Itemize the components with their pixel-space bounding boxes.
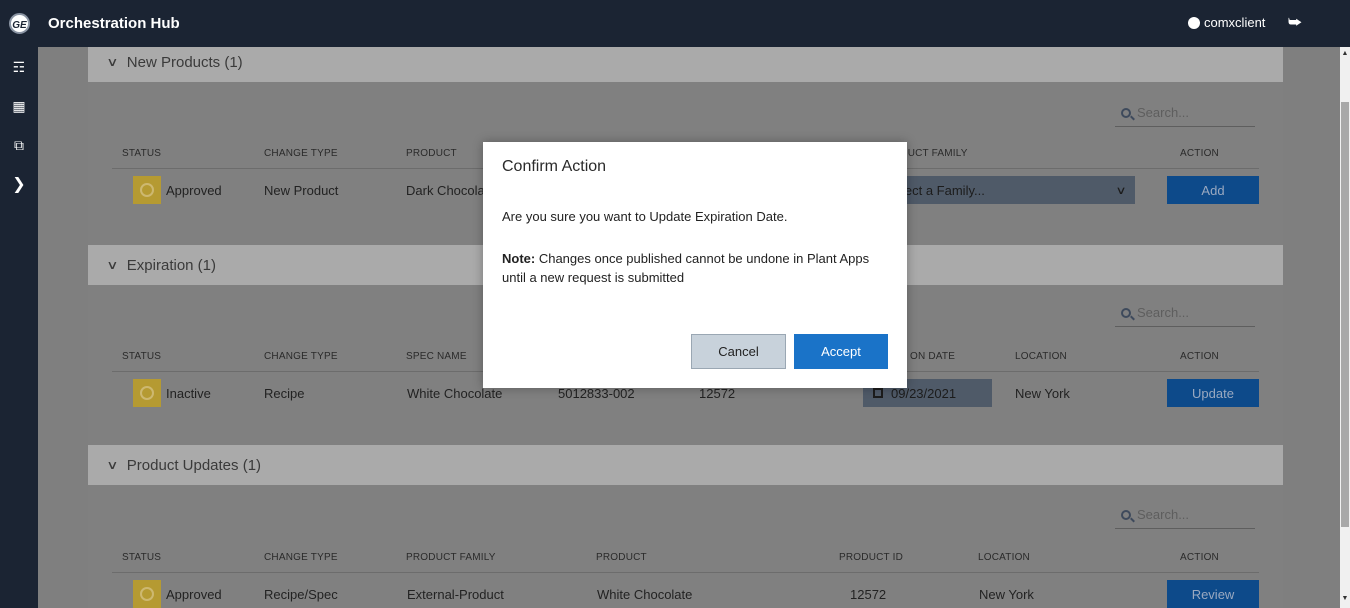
product-value: Dark Chocola — [406, 183, 485, 198]
column-header-change-type[interactable]: CHANGE TYPE — [264, 351, 338, 362]
note-text: Changes once published cannot be undone … — [502, 251, 870, 285]
divider — [112, 572, 1259, 573]
chevron-down-icon: ∨ — [106, 458, 119, 472]
search-input[interactable]: Search... — [1115, 299, 1255, 327]
search-icon — [1121, 107, 1131, 118]
change-type-value: Recipe/Spec — [264, 587, 338, 602]
accept-button[interactable]: Accept — [794, 334, 888, 369]
scroll-up-icon[interactable]: ▲ — [1341, 50, 1349, 57]
column-header-spec-name[interactable]: SPEC NAME — [406, 351, 467, 362]
column-header-status[interactable]: STATUS — [122, 351, 161, 362]
status-value: Approved — [166, 587, 222, 602]
family-dropdown[interactable]: lect a Family... ∨ — [896, 176, 1135, 204]
username: comxclient — [1204, 15, 1266, 30]
hierarchy-icon[interactable]: ☶ — [0, 52, 38, 82]
search-icon — [1121, 307, 1131, 318]
status-icon — [133, 580, 161, 608]
scrollbar[interactable]: ▲ ▼ — [1340, 47, 1350, 608]
column-header-change-type: CHANGE TYPE — [264, 148, 338, 159]
chevron-down-icon: ∨ — [106, 55, 119, 69]
change-type-value: Recipe — [264, 386, 305, 401]
section-header-product-updates[interactable]: ∨ Product Updates (1) — [88, 445, 1283, 485]
chevron-down-icon: ∨ — [1115, 184, 1127, 197]
column-header-status[interactable]: STATUS — [122, 552, 161, 563]
top-bar: GE Orchestration Hub comxclient ⮩ — [0, 0, 1350, 47]
expand-icon[interactable]: ❯ — [0, 169, 38, 199]
section-header-new-products[interactable]: ∨ New Products (1) — [88, 47, 1283, 82]
column-header-action: ACTION — [1180, 148, 1219, 159]
transfer-icon[interactable]: ⧉ — [0, 130, 38, 160]
location-value: New York — [979, 587, 1034, 602]
scroll-down-icon[interactable]: ▼ — [1341, 595, 1349, 602]
product-family-value: External-Product — [407, 587, 504, 602]
column-header-product[interactable]: PRODUCT — [596, 552, 647, 563]
note-label: Note: — [502, 251, 536, 266]
column-header-action: ACTION — [1180, 552, 1219, 563]
user-icon — [1188, 16, 1200, 29]
review-button[interactable]: Review — [1167, 580, 1259, 608]
confirm-action-dialog: Confirm Action Are you sure you want to … — [483, 142, 907, 388]
app-title: Orchestration Hub — [48, 15, 180, 32]
status-icon — [133, 176, 161, 204]
calendar-icon[interactable] — [873, 388, 883, 398]
dialog-title: Confirm Action — [502, 158, 607, 175]
factory-icon[interactable]: ▦ — [0, 91, 38, 121]
status-value: Approved — [166, 183, 222, 198]
status-value: Inactive — [166, 386, 211, 401]
ge-logo: GE — [9, 13, 30, 34]
scrollbar-thumb[interactable] — [1341, 102, 1349, 527]
column-header-location[interactable]: LOCATION — [978, 552, 1030, 563]
spec-name-value: White Chocolate — [407, 386, 503, 401]
add-button[interactable]: Add — [1167, 176, 1259, 204]
section-product-updates: Search... STATUS CHANGE TYPE PRODUCT FAM… — [88, 485, 1283, 608]
product-id-value: 12572 — [850, 587, 887, 602]
logout-icon[interactable]: ⮩ — [1288, 14, 1302, 31]
change-type-value: New Product — [264, 183, 339, 198]
location-value: New York — [1015, 386, 1070, 401]
search-input[interactable]: Search... — [1115, 99, 1255, 127]
cancel-button[interactable]: Cancel — [691, 334, 786, 369]
column-header-product[interactable]: PRODUCT — [406, 148, 457, 159]
column-header-action: ACTION — [1180, 351, 1219, 362]
column-header-expiration-date[interactable]: ON DATE — [910, 351, 955, 362]
column-header-change-type[interactable]: CHANGE TYPE — [264, 552, 338, 563]
search-input[interactable]: Search... — [1115, 501, 1255, 529]
dialog-note: Note: Changes once published cannot be u… — [502, 249, 892, 287]
column-header-location[interactable]: LOCATION — [1015, 351, 1067, 362]
status-icon — [133, 379, 161, 407]
column-header-status: STATUS — [122, 148, 162, 159]
product-value: White Chocolate — [597, 587, 693, 602]
side-nav: ☶ ▦ ⧉ ❯ — [0, 47, 38, 608]
column-header-product-id[interactable]: PRODUCT ID — [839, 552, 903, 563]
user-menu[interactable]: comxclient — [1188, 15, 1265, 30]
spec-code-value: 5012833-002 — [558, 386, 635, 401]
chevron-down-icon: ∨ — [106, 258, 119, 272]
update-button[interactable]: Update — [1167, 379, 1259, 407]
dialog-message: Are you sure you want to Update Expirati… — [502, 209, 788, 224]
column-header-product-family[interactable]: PRODUCT FAMILY — [406, 552, 496, 563]
product-id-value: 12572 — [699, 386, 736, 401]
search-icon — [1121, 509, 1131, 520]
